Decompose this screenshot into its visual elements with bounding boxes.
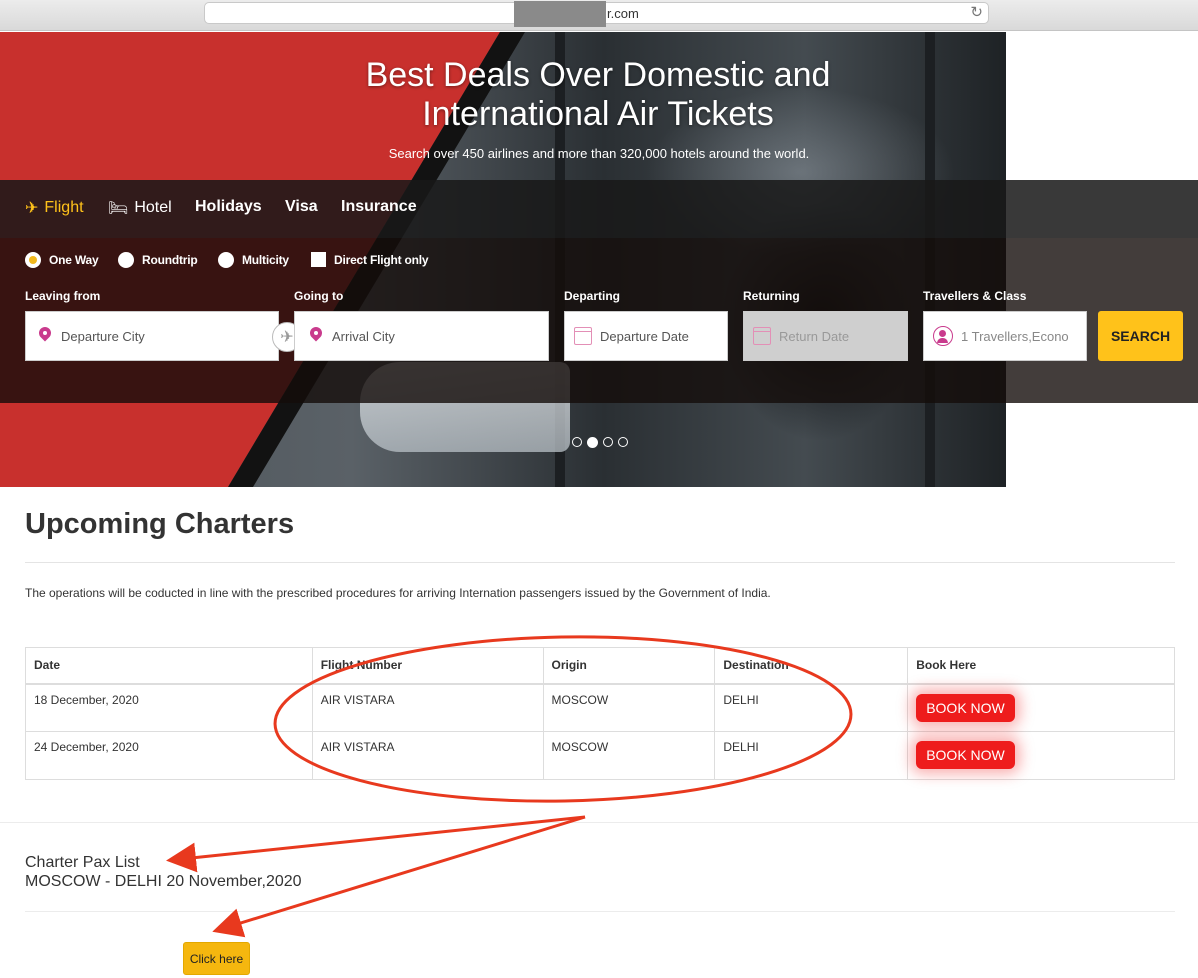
url-text: r.com [607, 6, 639, 21]
one-way-radio[interactable]: One Way [25, 252, 99, 268]
date-cell: 24 December, 2020 [25, 731, 313, 780]
depart-label: Departing [564, 289, 621, 303]
column-header: Date [25, 647, 313, 685]
tab-label: Flight [44, 199, 84, 216]
search-tabs: ✈ Flight 🛏 Hotel Holidays Visa Insurance [0, 180, 1198, 238]
input-placeholder: Departure City [61, 328, 145, 344]
to-label: Going to [294, 289, 344, 303]
book-cell: BOOK NOW [907, 731, 1175, 780]
multicity-radio[interactable]: Multicity [218, 252, 289, 268]
return-date-input[interactable]: Return Date [743, 311, 908, 361]
notice-text: The operations will be coducted in line … [25, 586, 771, 600]
column-header: Flight Number [311, 647, 544, 685]
bed-icon: 🛏 [108, 200, 129, 217]
book-now-button[interactable]: BOOK NOW [916, 741, 1015, 769]
calendar-icon [574, 327, 592, 345]
origin-cell: MOSCOW [542, 731, 716, 780]
tab-label: Insurance [341, 198, 417, 215]
radio-label: Multicity [242, 253, 289, 267]
radio-icon [118, 252, 134, 268]
book-now-button[interactable]: BOOK NOW [916, 693, 1015, 722]
address-bar[interactable]: r.com ↻ [204, 1, 989, 27]
checkbox-icon [311, 252, 326, 267]
tab-label: Holidays [195, 198, 262, 215]
tab-insurance[interactable]: Insurance [341, 198, 417, 216]
hero-subtitle: Search over 450 airlines and more than 3… [388, 146, 810, 161]
flight-cell: AIR VISTARA [311, 731, 544, 780]
browser-toolbar: r.com ↻ [0, 0, 1198, 31]
column-header: Destination [714, 647, 909, 685]
pax-list-title: Charter Pax List [25, 854, 140, 871]
pax-list-route: MOSCOW - DELHI 20 November,2020 [25, 873, 302, 890]
departure-date-input[interactable]: Departure Date [564, 311, 728, 361]
redacted-url-part [514, 1, 606, 27]
divider [0, 822, 1198, 823]
input-value: 1 Travellers,Econo [961, 328, 1069, 344]
input-placeholder: Arrival City [332, 328, 395, 344]
carousel-dot[interactable] [618, 437, 628, 447]
hero-title-line1: Best Deals Over Domestic and [365, 56, 831, 94]
date-cell: 18 December, 2020 [25, 683, 313, 732]
hero-title-line2: International Air Tickets [422, 95, 774, 133]
tab-flight[interactable]: ✈ Flight [25, 198, 84, 218]
radio-label: Roundtrip [142, 253, 198, 267]
input-placeholder: Return Date [779, 328, 850, 344]
radio-icon [218, 252, 234, 268]
column-header: Book Here [907, 647, 1175, 685]
return-label: Returning [743, 289, 800, 303]
click-here-button[interactable]: Click here [183, 942, 250, 975]
origin-cell: MOSCOW [542, 683, 716, 732]
annotation-arrow [166, 815, 586, 873]
location-pin-icon [38, 327, 52, 345]
table-row: 18 December, 2020 AIR VISTARA MOSCOW DEL… [25, 683, 1175, 732]
book-cell: BOOK NOW [907, 683, 1175, 732]
destination-cell: DELHI [714, 683, 909, 732]
carousel-dot[interactable] [603, 437, 613, 447]
destination-cell: DELHI [714, 731, 909, 780]
divider [25, 562, 1175, 563]
location-pin-icon [309, 327, 323, 345]
carousel-dot[interactable] [572, 437, 582, 447]
flight-search-form: One Way Roundtrip Multicity Direct Fligh… [0, 238, 1198, 403]
departure-city-input[interactable]: Departure City [25, 311, 279, 361]
search-button[interactable]: SEARCH [1098, 311, 1183, 361]
tab-holidays[interactable]: Holidays [195, 198, 262, 216]
tab-hotel[interactable]: 🛏 Hotel [108, 198, 172, 218]
radio-label: One Way [49, 253, 99, 267]
travellers-class-input[interactable]: 1 Travellers,Econo [923, 311, 1087, 361]
tab-visa[interactable]: Visa [285, 198, 318, 216]
divider [25, 911, 1175, 912]
reload-icon[interactable]: ↻ [970, 3, 983, 21]
checkbox-label: Direct Flight only [334, 252, 429, 267]
table-row: 24 December, 2020 AIR VISTARA MOSCOW DEL… [25, 731, 1175, 780]
column-header: Origin [542, 647, 716, 685]
table-header-row: Date Flight Number Origin Destination Bo… [25, 647, 1175, 685]
calendar-icon [753, 327, 771, 345]
roundtrip-radio[interactable]: Roundtrip [118, 252, 198, 268]
plane-icon: ✈ [25, 200, 39, 217]
flight-cell: AIR VISTARA [311, 683, 544, 732]
from-label: Leaving from [25, 289, 101, 303]
tab-label: Visa [285, 198, 318, 215]
radio-selected-icon [25, 252, 41, 268]
charters-table: Date Flight Number Origin Destination Bo… [25, 647, 1175, 780]
direct-flight-checkbox[interactable]: Direct Flight only [311, 252, 429, 267]
travellers-label: Travellers & Class [923, 289, 1027, 303]
hero-title: Best Deals Over Domestic and Internation… [0, 56, 1196, 134]
carousel-dot-active[interactable] [587, 437, 598, 448]
tab-label: Hotel [134, 199, 172, 216]
carousel-dots [572, 437, 628, 448]
section-title: Upcoming Charters [25, 508, 295, 540]
user-icon [933, 326, 953, 346]
arrival-city-input[interactable]: Arrival City [294, 311, 549, 361]
input-placeholder: Departure Date [600, 328, 689, 344]
